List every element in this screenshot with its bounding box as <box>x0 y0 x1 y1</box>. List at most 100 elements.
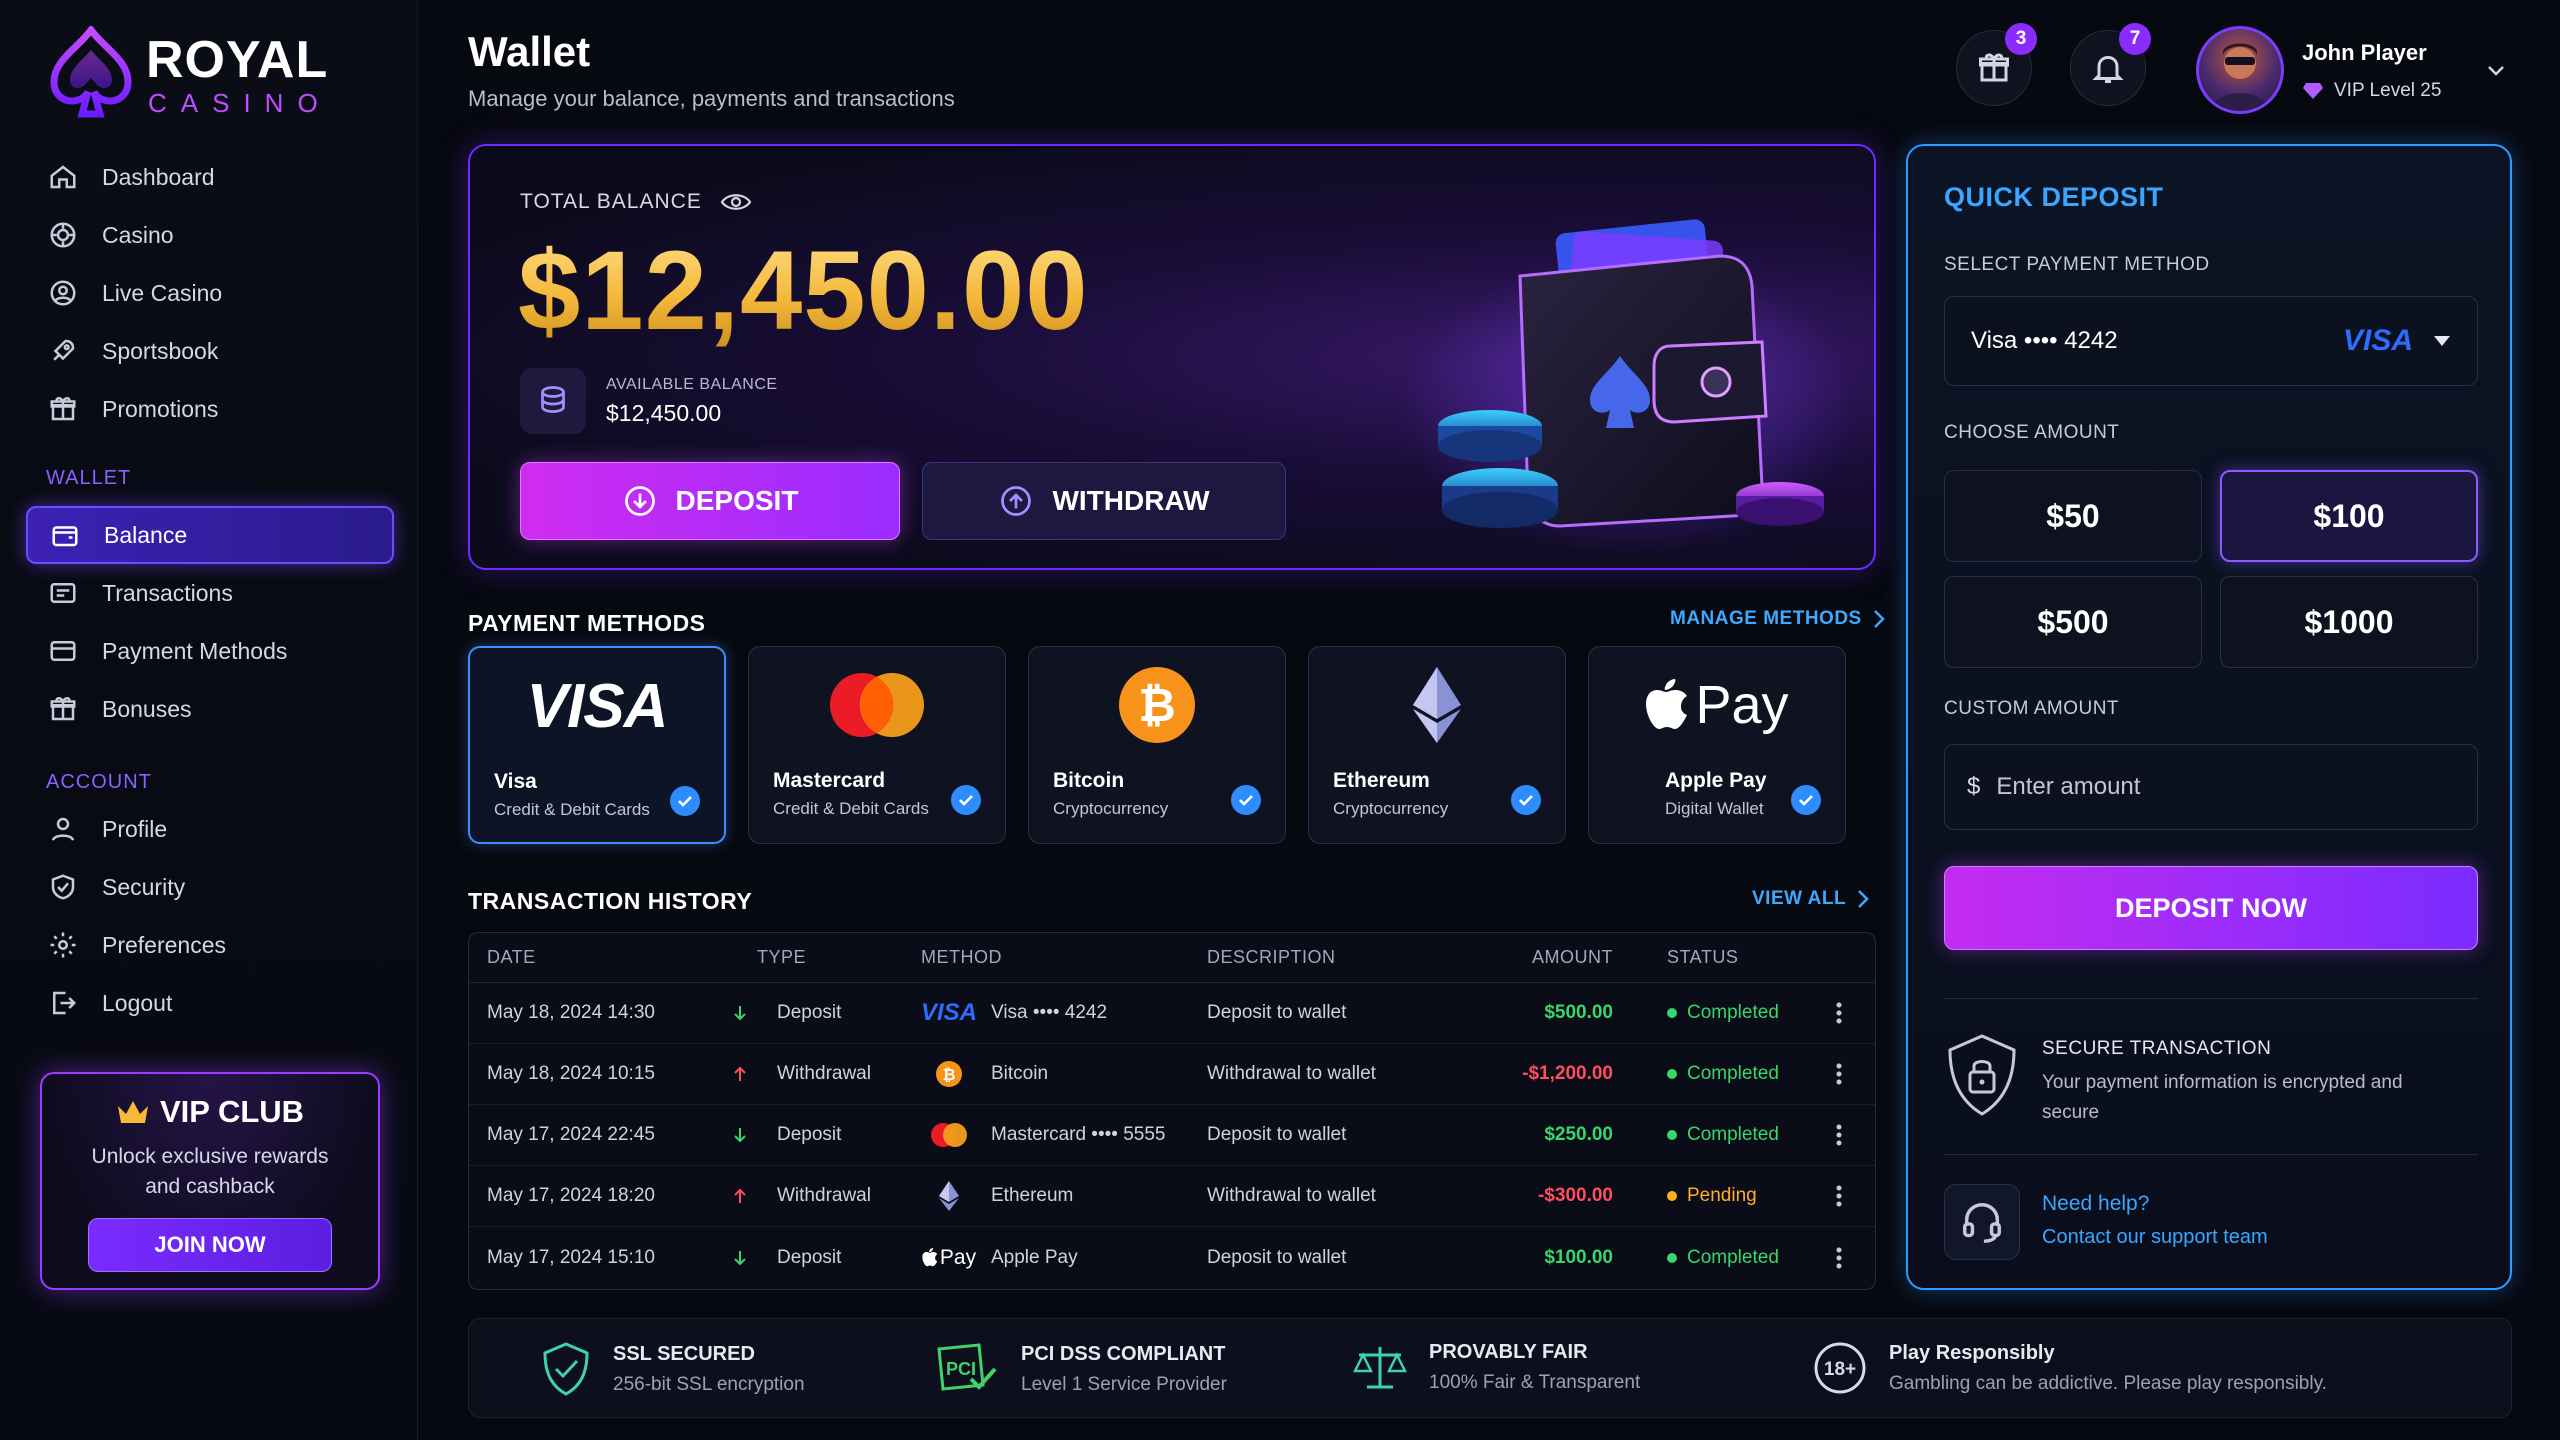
footer-ssl-title: SSL SECURED <box>613 1342 755 1365</box>
help-title[interactable]: Need help? <box>2042 1192 2149 1216</box>
type-label: Withdrawal <box>777 1185 871 1206</box>
cell-method: ₿ Bitcoin <box>921 1060 1207 1088</box>
gift-button[interactable]: 3 <box>1956 23 2037 106</box>
payment-method-visa[interactable]: VISA Visa Credit & Debit Cards <box>468 646 726 844</box>
total-balance-row: TOTAL BALANCE <box>520 190 752 214</box>
amount-option[interactable]: $1000 <box>2220 576 2478 668</box>
nav-label: Profile <box>102 815 168 842</box>
nav-item-transactions[interactable]: Transactions <box>26 564 394 622</box>
notifications-badge: 7 <box>2119 23 2151 55</box>
table-row[interactable]: May 18, 2024 14:30 Deposit VISA Visa •••… <box>469 983 1875 1044</box>
table-header: DATE TYPE METHOD DESCRIPTION AMOUNT STAT… <box>469 933 1875 983</box>
payment-method-apple-pay[interactable]: Pay Apple Pay Digital Wallet <box>1588 646 1846 844</box>
footer-fair-text: PROVABLY FAIR 100% Fair & Transparent <box>1429 1341 1640 1394</box>
nav-item-sportsbook[interactable]: Sportsbook <box>26 322 394 380</box>
nav-item-balance[interactable]: Balance <box>26 506 394 564</box>
footer-responsible: 18+ Play Responsibly Gambling can be add… <box>1813 1341 2327 1395</box>
more-options-icon[interactable] <box>1809 1062 1869 1086</box>
nav-item-logout[interactable]: Logout <box>26 974 394 1032</box>
logo[interactable]: ROYAL CASINO <box>46 26 336 122</box>
cell-type: Deposit <box>715 1120 921 1150</box>
avatar[interactable] <box>2196 26 2284 114</box>
more-options-icon[interactable] <box>1809 1123 1869 1147</box>
nav-item-security[interactable]: Security <box>26 858 394 916</box>
visa-logo: VISA <box>470 666 724 746</box>
nav-item-live-casino[interactable]: Live Casino <box>26 264 394 322</box>
view-all-label: VIEW ALL <box>1752 888 1847 909</box>
nav-label: Sportsbook <box>102 337 219 364</box>
user-icon <box>46 812 80 846</box>
contact-support-link[interactable]: Contact our support team <box>2042 1226 2268 1249</box>
nav-item-bonuses[interactable]: Bonuses <box>26 680 394 738</box>
more-options-icon[interactable] <box>1809 1001 1869 1025</box>
payment-method-bitcoin[interactable]: ₿ Bitcoin Cryptocurrency <box>1028 646 1286 844</box>
payment-method-mastercard[interactable]: Mastercard Credit & Debit Cards <box>748 646 1006 844</box>
payment-method-name: Bitcoin <box>1053 769 1125 792</box>
col-date[interactable]: DATE <box>469 947 715 968</box>
amount-option[interactable]: $100 <box>2220 470 2478 562</box>
manage-methods-link[interactable]: MANAGE METHODS <box>1670 608 1886 630</box>
scales-icon <box>1353 1346 1407 1388</box>
nav-item-casino[interactable]: Casino <box>26 206 394 264</box>
crown-icon <box>117 1101 148 1123</box>
nav-label: Balance <box>104 521 188 548</box>
chevron-right-icon <box>1858 890 1869 908</box>
payment-method-select[interactable]: Visa •••• 4242 VISA <box>1944 296 2478 386</box>
nav-item-dashboard[interactable]: Dashboard <box>26 148 394 206</box>
method-logo <box>921 1122 977 1148</box>
custom-amount-input[interactable] <box>1996 773 2455 801</box>
custom-amount-label: CUSTOM AMOUNT <box>1944 698 2120 719</box>
chevron-down-icon[interactable] <box>2484 58 2508 87</box>
table-row[interactable]: May 17, 2024 22:45 Deposit Mastercard ••… <box>469 1105 1875 1166</box>
nav-label: Dashboard <box>102 163 215 190</box>
footer-pci-sub: Level 1 Service Provider <box>1021 1373 1227 1395</box>
table-row[interactable]: May 18, 2024 10:15 Withdrawal ₿ Bitcoin … <box>469 1044 1875 1105</box>
status-dot <box>1667 1191 1677 1201</box>
nav-item-promotions[interactable]: Promotions <box>26 380 394 438</box>
main-nav: Dashboard Casino Live Casino Sportsbook … <box>26 148 394 438</box>
footer-pci-title: PCI DSS COMPLIANT <box>1021 1342 1226 1365</box>
col-amount[interactable]: AMOUNT <box>1469 947 1649 968</box>
deposit-now-button[interactable]: DEPOSIT NOW <box>1944 866 2478 950</box>
bitcoin-logo: ₿ <box>1029 665 1285 745</box>
col-status[interactable]: STATUS <box>1649 947 1809 968</box>
footer-fair-title: PROVABLY FAIR <box>1429 1341 1588 1363</box>
payment-method-ethereum[interactable]: Ethereum Cryptocurrency <box>1308 646 1566 844</box>
col-description[interactable]: DESCRIPTION <box>1207 947 1469 968</box>
nav-label: Logout <box>102 989 173 1016</box>
cell-date: May 18, 2024 14:30 <box>487 1002 655 1023</box>
nav-item-payment-methods[interactable]: Payment Methods <box>26 622 394 680</box>
amount-option[interactable]: $500 <box>1944 576 2202 668</box>
nav-item-preferences[interactable]: Preferences <box>26 916 394 974</box>
secure-title: SECURE TRANSACTION <box>2042 1038 2272 1059</box>
join-now-button[interactable]: JOIN NOW <box>88 1218 332 1272</box>
table-row[interactable]: May 17, 2024 18:20 Withdrawal Ethereum W… <box>469 1166 1875 1227</box>
account-section-title: ACCOUNT <box>46 770 152 793</box>
withdraw-button[interactable]: WITHDRAW <box>922 462 1286 540</box>
shield-check-icon <box>543 1342 589 1396</box>
nav-item-profile[interactable]: Profile <box>26 800 394 858</box>
more-options-icon[interactable] <box>1809 1184 1869 1208</box>
cell-method: Mastercard •••• 5555 <box>921 1122 1207 1148</box>
view-all-link[interactable]: VIEW ALL <box>1752 888 1870 910</box>
method-logo: Pay <box>921 1246 977 1270</box>
visa-logo: VISA <box>2342 324 2413 357</box>
more-options-icon[interactable] <box>1809 1246 1869 1270</box>
age-badge-text: 18+ <box>1824 1359 1856 1380</box>
type-label: Deposit <box>777 1002 842 1023</box>
logout-icon <box>46 986 80 1020</box>
notifications-button[interactable]: 7 <box>2070 23 2151 106</box>
cell-description: Deposit to wallet <box>1207 1246 1347 1268</box>
deposit-button[interactable]: DEPOSIT <box>520 462 900 540</box>
amount-option[interactable]: $50 <box>1944 470 2202 562</box>
vip-desc: Unlock exclusive rewards and cashback <box>91 1145 329 1198</box>
withdraw-label: WITHDRAW <box>1052 485 1210 516</box>
status-label: Completed <box>1687 1002 1779 1023</box>
col-type[interactable]: TYPE <box>715 947 921 968</box>
status-dot <box>1667 1252 1677 1263</box>
footer-ssl-text: SSL SECURED 256-bit SSL encryption <box>613 1343 805 1396</box>
table-row[interactable]: May 17, 2024 15:10 Deposit Pay Apple Pay… <box>469 1227 1875 1288</box>
eye-icon[interactable] <box>720 191 752 213</box>
cell-description: Withdrawal to wallet <box>1207 1063 1376 1084</box>
col-method[interactable]: METHOD <box>921 947 1207 968</box>
